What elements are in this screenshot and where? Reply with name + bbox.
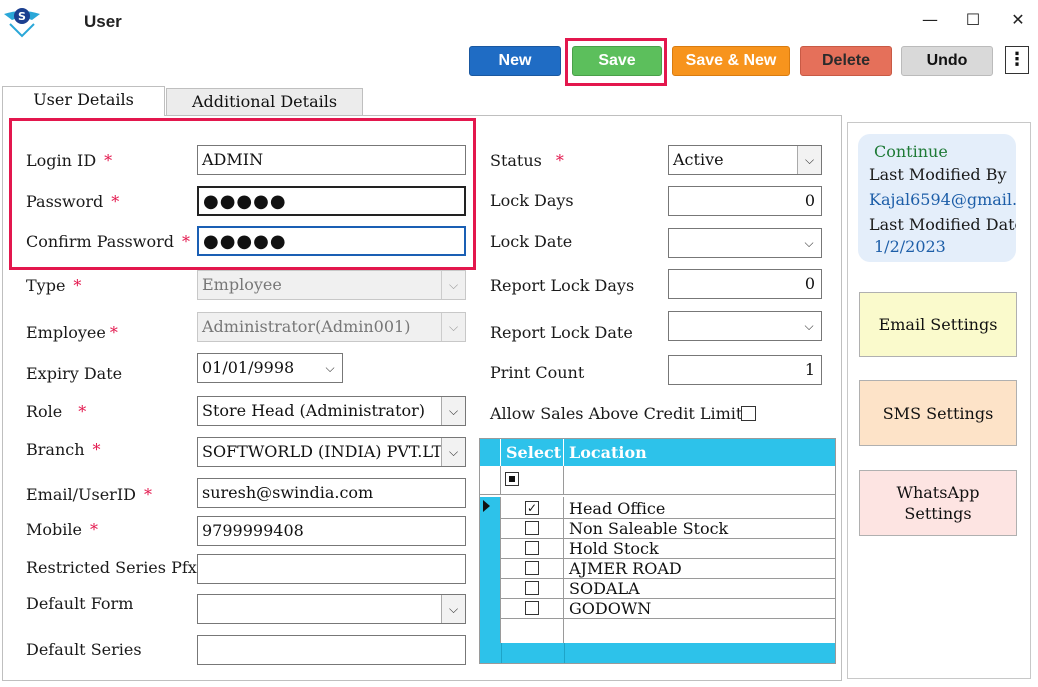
role-label: Role * [26,402,87,421]
chevron-down-icon[interactable]: ⌵ [441,438,465,466]
location-checkbox[interactable] [525,601,539,615]
save-and-new-button[interactable]: Save & New [672,46,790,76]
last-modified-date-label: Last Modified Date [869,215,1016,234]
lock-date-picker[interactable]: ⌵ [668,228,822,258]
allow-sales-checkbox[interactable] [741,406,756,421]
allow-sales-label: Allow Sales Above Credit Limit [490,404,743,423]
maximize-button[interactable]: ☐ [961,8,985,32]
current-row-indicator-icon [483,500,490,512]
confirm-password-input[interactable]: ●●●●● [197,226,466,256]
default-series-input[interactable] [197,635,466,665]
type-select[interactable]: Employee ⌵ [197,270,466,300]
chevron-down-icon[interactable]: ⌵ [441,313,465,341]
location-checkbox[interactable]: ✓ [525,501,539,515]
lock-date-label: Lock Date [490,232,573,251]
minimize-button[interactable]: — [918,8,942,32]
type-label: Type * [26,276,82,295]
restricted-series-input[interactable] [197,554,466,584]
login-id-label: Login ID * [26,151,113,170]
default-series-label: Default Series [26,640,142,659]
continue-link[interactable]: Continue [874,142,948,161]
location-checkbox[interactable] [525,541,539,555]
select-all-checkbox[interactable] [505,472,519,486]
expiry-date-picker[interactable]: 01/01/9998 ⌵ [197,353,343,383]
role-select[interactable]: Store Head (Administrator) ⌵ [197,396,466,426]
save-button[interactable]: Save [572,46,662,76]
report-lock-days-input[interactable]: 0 [668,269,822,299]
branch-select[interactable]: SOFTWORLD (INDIA) PVT.LTD ⌵ [197,437,466,467]
report-lock-date-label: Report Lock Date [490,323,633,342]
table-row[interactable]: Non Saleable Stock [501,519,835,539]
grid-header-select[interactable]: Select [501,439,564,466]
svg-text:S: S [18,10,26,23]
print-count-label: Print Count [490,363,585,382]
location-name: Head Office [569,499,666,518]
location-name: SODALA [569,579,640,598]
more-options-icon[interactable]: ⋮ [1005,46,1029,74]
window-title: User [84,12,122,31]
branch-label: Branch * [26,440,101,459]
table-row[interactable]: GODOWN [501,599,835,619]
undo-button[interactable]: Undo [901,46,993,76]
table-row[interactable]: ✓ Head Office [501,499,835,519]
employee-label: Employee * [26,323,118,342]
default-form-select[interactable]: ⌵ [197,594,466,624]
last-modified-date-value: 1/2/2023 [874,237,946,256]
last-modified-by-value: Kajal6594@gmail.com [869,190,1016,209]
location-grid: Select Location ✓ Head Office Non Saleable… [479,438,836,664]
location-name: Hold Stock [569,539,659,558]
sms-settings-button[interactable]: SMS Settings [859,380,1017,446]
lock-days-input[interactable]: 0 [668,186,822,216]
password-label: Password * [26,192,120,211]
location-name: GODOWN [569,599,652,618]
location-name: AJMER ROAD [569,559,682,578]
location-checkbox[interactable] [525,581,539,595]
password-input[interactable]: ●●●●● [197,186,466,216]
login-id-input[interactable]: ADMIN [197,145,466,175]
new-button[interactable]: New [469,46,561,76]
table-row[interactable]: AJMER ROAD [501,559,835,579]
confirm-password-label: Confirm Password * [26,232,190,251]
location-name: Non Saleable Stock [569,519,729,538]
location-checkbox[interactable] [525,561,539,575]
whatsapp-settings-button[interactable]: WhatsApp Settings [859,470,1017,536]
report-lock-days-label: Report Lock Days [490,276,635,295]
tab-additional-details[interactable]: Additional Details [166,88,363,116]
chevron-down-icon[interactable]: ⌵ [797,312,821,340]
report-lock-date-picker[interactable]: ⌵ [668,311,822,341]
chevron-down-icon[interactable]: ⌵ [441,397,465,425]
location-checkbox[interactable] [525,521,539,535]
table-row[interactable]: Hold Stock [501,539,835,559]
lock-days-label: Lock Days [490,191,574,210]
mobile-input[interactable]: 9799999408 [197,516,466,546]
status-select[interactable]: Active ⌵ [668,145,822,175]
chevron-down-icon[interactable]: ⌵ [441,595,465,623]
email-label: Email/UserID * [26,485,152,504]
chevron-down-icon[interactable]: ⌵ [797,146,821,174]
chevron-down-icon[interactable]: ⌵ [797,229,821,257]
status-label: Status * [490,151,564,170]
chevron-down-icon[interactable]: ⌵ [318,354,342,382]
employee-select[interactable]: Administrator(Admin001) ⌵ [197,312,466,342]
table-row[interactable]: SODALA [501,579,835,599]
last-modified-by-label: Last Modified By [869,165,1007,184]
app-logo: S [4,8,40,38]
grid-corner [480,439,501,466]
restricted-series-label: Restricted Series Pfx. [26,558,202,577]
tab-user-details[interactable]: User Details [2,86,165,116]
grid-header-location[interactable]: Location [564,439,835,466]
mobile-label: Mobile * [26,520,98,539]
delete-button[interactable]: Delete [800,46,892,76]
modified-info-box: Continue Last Modified By Kajal6594@gmai… [858,134,1016,262]
close-button[interactable]: ✕ [1006,8,1030,32]
chevron-down-icon[interactable]: ⌵ [441,271,465,299]
expiry-date-label: Expiry Date [26,364,123,383]
print-count-input[interactable]: 1 [668,355,822,385]
email-input[interactable]: suresh@swindia.com [197,478,466,508]
email-settings-button[interactable]: Email Settings [859,292,1017,357]
default-form-label: Default Form [26,594,134,613]
